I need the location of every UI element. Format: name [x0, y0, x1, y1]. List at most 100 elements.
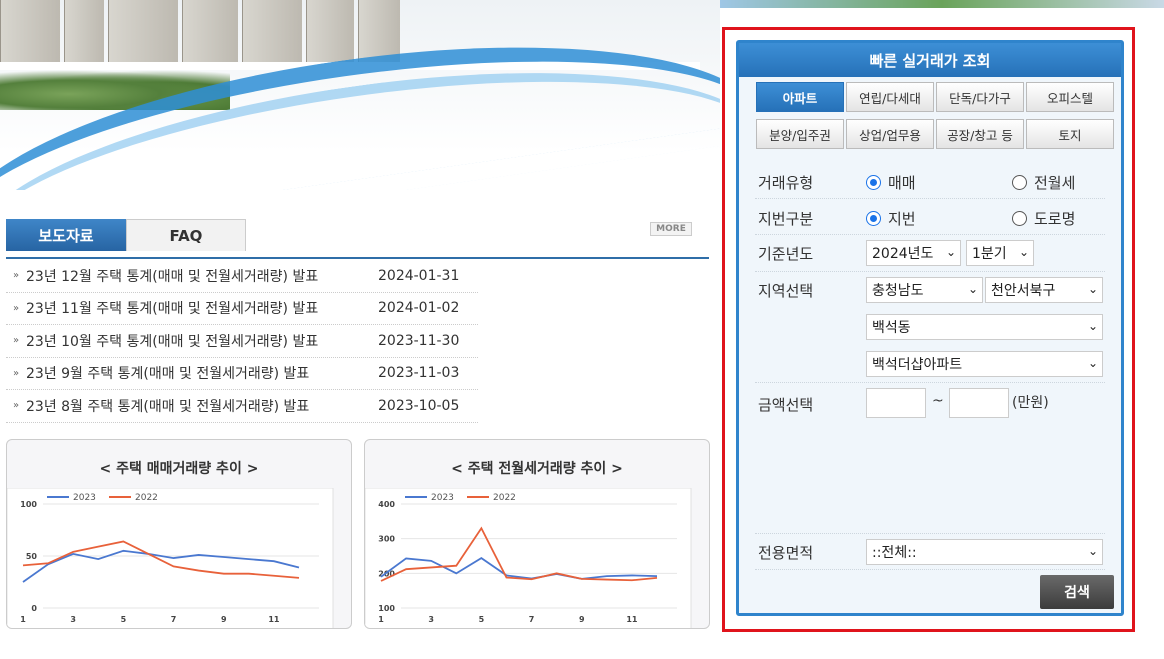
- complex-select[interactable]: 백석더샵아파트 ⌄: [866, 351, 1103, 377]
- news-date: 2023-11-30: [378, 332, 460, 349]
- amount-unit: (만원): [1012, 395, 1049, 411]
- radio-label: 매매: [888, 174, 916, 192]
- radio-lot-number[interactable]: 지번: [866, 208, 916, 229]
- y-tick-label: 300: [378, 535, 395, 544]
- select-value: 백석동: [872, 320, 911, 336]
- news-title[interactable]: 23년 9월 주택 통계(매매 및 전월세거래량) 발표: [26, 363, 378, 383]
- chevron-down-icon: ⌄: [1087, 282, 1098, 296]
- more-button[interactable]: MORE: [650, 222, 692, 236]
- legend-label: 2022: [135, 493, 158, 503]
- quarter-select[interactable]: 1분기 ⌄: [966, 240, 1034, 266]
- list-item[interactable]: » 23년 9월 주택 통계(매매 및 전월세거래량) 발표 2023-11-0…: [6, 358, 478, 390]
- tab-commercial[interactable]: 상업/업무용: [846, 119, 934, 149]
- divider: [755, 382, 1105, 383]
- x-tick-label: 11: [268, 615, 280, 624]
- divider: [755, 533, 1105, 534]
- search-button[interactable]: 검색: [1040, 575, 1114, 609]
- select-value: 1분기: [972, 246, 1007, 262]
- year-select[interactable]: 2024년도 ⌄: [866, 240, 961, 266]
- x-tick-label: 5: [121, 615, 127, 624]
- radio-unchecked-icon: [1012, 175, 1027, 190]
- y-tick-label: 50: [26, 552, 38, 561]
- tab-presale[interactable]: 분양/입주권: [756, 119, 844, 149]
- area-select[interactable]: ::전체:: ⌄: [866, 539, 1103, 565]
- tab-land[interactable]: 토지: [1026, 119, 1114, 149]
- amount-min-input[interactable]: [866, 388, 926, 418]
- x-tick-label: 7: [529, 615, 535, 624]
- news-date: 2023-11-03: [378, 365, 460, 382]
- tab-apartment[interactable]: 아파트: [756, 82, 844, 112]
- divider: [755, 569, 1105, 570]
- x-tick-label: 3: [428, 615, 434, 624]
- select-value: 충청남도: [872, 283, 924, 299]
- select-value: 2024년도: [872, 246, 934, 262]
- x-tick-label: 1: [20, 615, 26, 624]
- select-value: 백석더샵아파트: [872, 357, 963, 373]
- radio-label: 도로명: [1034, 210, 1076, 228]
- chart-rent: 2023 2022 100 200 300 400 1 3 5 7 9 11: [365, 488, 692, 628]
- dong-select[interactable]: 백석동 ⌄: [866, 314, 1103, 340]
- tab-row-house[interactable]: 연립/다세대: [846, 82, 934, 112]
- y-tick-label: 0: [31, 604, 37, 613]
- x-tick-label: 5: [479, 615, 485, 624]
- amount-label: 금액선택: [758, 396, 814, 414]
- list-item[interactable]: » 23년 8월 주택 통계(매매 및 전월세거래량) 발표 2023-10-0…: [6, 390, 478, 423]
- select-value: 천안서북구: [991, 283, 1056, 299]
- bullet-icon: »: [12, 400, 20, 412]
- radio-checked-icon: [866, 211, 881, 226]
- chart-card-rent: < 주택 전월세거래량 추이 > 2023 2022 100 200 300 400 1 3 5…: [364, 439, 710, 629]
- y-tick-label: 100: [20, 500, 37, 509]
- chart-sales: 2023 2022 0 50 100 1 3 5 7 9 11: [7, 488, 334, 628]
- chevron-down-icon: ⌄: [1087, 544, 1098, 558]
- amount-max-input[interactable]: [949, 388, 1009, 418]
- tab-officetel[interactable]: 오피스텔: [1026, 82, 1114, 112]
- radio-sale[interactable]: 매매: [866, 172, 916, 193]
- radio-unchecked-icon: [1012, 211, 1027, 226]
- news-title[interactable]: 23년 10월 주택 통계(매매 및 전월세거래량) 발표: [26, 331, 378, 351]
- radio-rent[interactable]: 전월세: [1012, 172, 1075, 193]
- chevron-down-icon: ⌄: [1087, 356, 1098, 370]
- tab-faq[interactable]: FAQ: [126, 219, 246, 251]
- lot-type-label: 지번구분: [758, 210, 814, 228]
- panel-title: 빠른 실거래가 조회: [739, 43, 1121, 77]
- area-label: 전용면적: [758, 544, 814, 562]
- district-select[interactable]: 천안서북구 ⌄: [985, 277, 1103, 303]
- tab-press-release[interactable]: 보도자료: [6, 219, 126, 251]
- news-title[interactable]: 23년 12월 주택 통계(매매 및 전월세거래량) 발표: [26, 266, 378, 286]
- news-date: 2024-01-02: [378, 300, 460, 317]
- chart-card-sales: < 주택 매매거래량 추이 > 2023 2022 0 50 100 1 3 5 7 9 11: [6, 439, 352, 629]
- tab-factory[interactable]: 공장/창고 등: [936, 119, 1024, 149]
- radio-checked-icon: [866, 175, 881, 190]
- news-list: » 23년 12월 주택 통계(매매 및 전월세거래량) 발표 2024-01-…: [6, 260, 478, 423]
- divider: [755, 271, 1105, 272]
- deal-type-label: 거래유형: [758, 174, 814, 192]
- bullet-icon: »: [12, 270, 20, 282]
- chart-title: < 주택 전월세거래량 추이 >: [451, 461, 623, 477]
- news-date: 2023-10-05: [378, 397, 460, 414]
- y-tick-label: 100: [378, 604, 395, 613]
- bullet-icon: »: [12, 367, 20, 379]
- divider: [755, 234, 1105, 235]
- legend-label: 2022: [493, 493, 516, 503]
- bullet-icon: »: [12, 302, 20, 314]
- news-title[interactable]: 23년 8월 주택 통계(매매 및 전월세거래량) 발표: [26, 396, 378, 416]
- x-tick-label: 7: [171, 615, 177, 624]
- list-item[interactable]: » 23년 11월 주택 통계(매매 및 전월세거래량) 발표 2024-01-…: [6, 293, 478, 325]
- region-label: 지역선택: [758, 282, 814, 300]
- radio-label: 전월세: [1034, 174, 1076, 192]
- news-tabs: 보도자료 FAQ: [6, 219, 709, 259]
- list-item[interactable]: » 23년 10월 주택 통계(매매 및 전월세거래량) 발표 2023-11-…: [6, 325, 478, 358]
- y-tick-label: 200: [378, 569, 395, 578]
- list-item[interactable]: » 23년 12월 주택 통계(매매 및 전월세거래량) 발표 2024-01-…: [6, 260, 478, 293]
- base-year-label: 기준년도: [758, 245, 814, 263]
- tab-detached-house[interactable]: 단독/다가구: [936, 82, 1024, 112]
- x-tick-label: 11: [626, 615, 638, 624]
- news-title[interactable]: 23년 11월 주택 통계(매매 및 전월세거래량) 발표: [26, 298, 378, 318]
- header-banner: [0, 0, 720, 190]
- chevron-down-icon: ⌄: [967, 282, 978, 296]
- radio-road-name[interactable]: 도로명: [1012, 208, 1075, 229]
- x-tick-label: 1: [378, 615, 384, 624]
- range-separator: ~: [932, 393, 944, 409]
- province-select[interactable]: 충청남도 ⌄: [866, 277, 983, 303]
- x-tick-label: 9: [221, 615, 227, 624]
